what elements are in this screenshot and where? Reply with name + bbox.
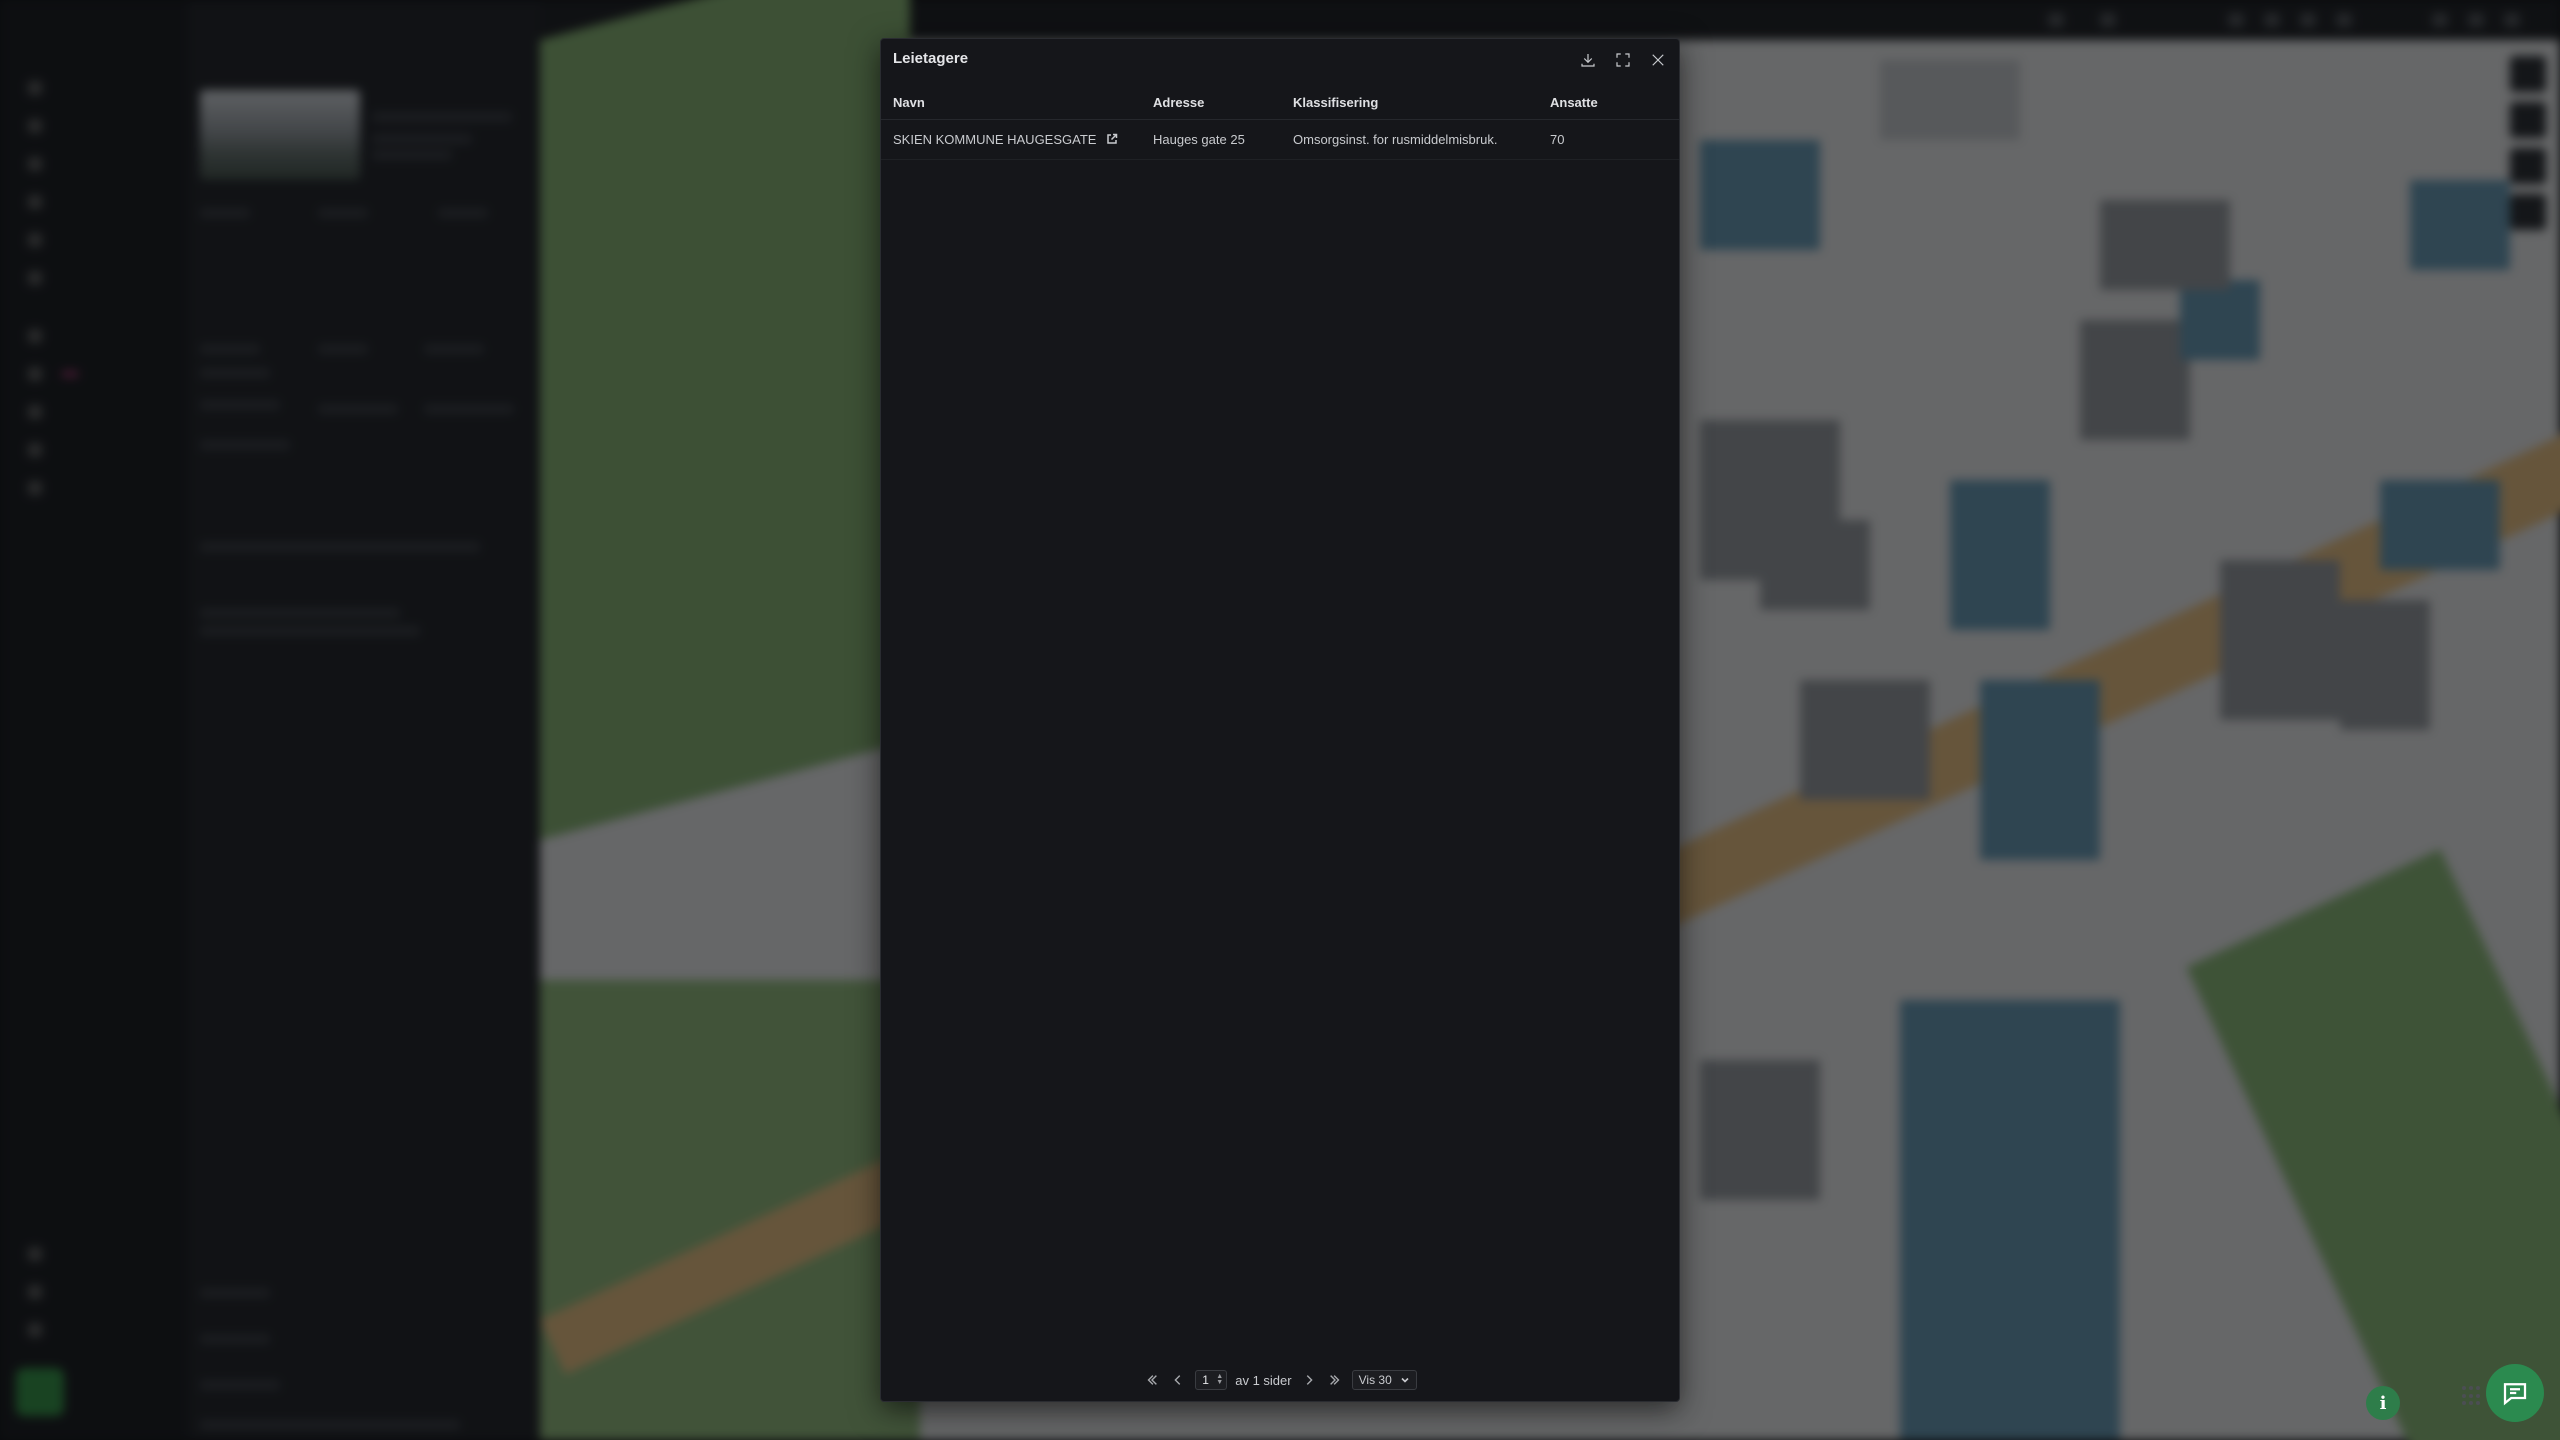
pagination: 1 ▲ ▼ av 1 sider Vis 30: [881, 1367, 1679, 1393]
prev-page-button[interactable]: [1169, 1371, 1187, 1389]
table-row: SKIEN KOMMUNE HAUGESGATE Hauges gate 25 …: [881, 119, 1679, 160]
app-root: Leietagere Navn Adresse Klassifisering A…: [0, 0, 2560, 1440]
dialog-title: Leietagere: [893, 50, 969, 67]
page-count-text: av 1 sider: [1235, 1372, 1292, 1388]
tenants-dialog: Leietagere Navn Adresse Klassifisering A…: [880, 38, 1680, 1402]
next-page-button[interactable]: [1300, 1371, 1318, 1389]
drag-handle-icon[interactable]: [2462, 1386, 2482, 1406]
page-number-input[interactable]: 1 ▲ ▼: [1195, 1370, 1228, 1390]
page-size-label: Vis 30: [1358, 1373, 1392, 1387]
chevron-left-icon: [1174, 1375, 1181, 1385]
info-button[interactable]: i: [2366, 1386, 2400, 1420]
tenant-classification-cell: Omsorgsinst. for rusmiddelmisbruk.: [1281, 119, 1538, 160]
dialog-header: Leietagere: [881, 39, 1679, 79]
close-button[interactable]: [1645, 47, 1671, 73]
tenants-table: Navn Adresse Klassifisering Ansatte SKIE…: [881, 87, 1679, 160]
page-number-value: 1: [1202, 1373, 1209, 1387]
column-header-employees[interactable]: Ansatte: [1538, 87, 1679, 120]
close-icon: [1652, 54, 1664, 66]
chevron-right-icon: [1306, 1375, 1313, 1385]
tenant-name-cell[interactable]: SKIEN KOMMUNE HAUGESGATE: [881, 119, 1141, 160]
table-header-row: Navn Adresse Klassifisering Ansatte: [881, 87, 1679, 120]
column-header-address[interactable]: Adresse: [1141, 87, 1281, 120]
column-header-classification[interactable]: Klassifisering: [1281, 87, 1538, 120]
chevrons-right-icon: [1329, 1375, 1340, 1385]
tenant-name-link[interactable]: SKIEN KOMMUNE HAUGESGATE: [893, 132, 1096, 147]
stepper-arrows-icon[interactable]: ▲ ▼: [1216, 1373, 1223, 1386]
first-page-button[interactable]: [1143, 1371, 1161, 1389]
info-icon: i: [2379, 1392, 2387, 1414]
chevrons-left-icon: [1147, 1375, 1158, 1385]
external-link-icon[interactable]: [1106, 133, 1118, 145]
download-button[interactable]: [1575, 47, 1601, 73]
tenant-employees-cell: 70: [1538, 119, 1679, 160]
page-size-select[interactable]: Vis 30: [1351, 1370, 1417, 1390]
chat-icon: [2503, 1383, 2527, 1406]
last-page-button[interactable]: [1326, 1371, 1344, 1389]
chevron-down-icon: [1401, 1377, 1409, 1383]
download-icon: [1581, 54, 1595, 67]
expand-button[interactable]: [1610, 47, 1636, 73]
column-header-name[interactable]: Navn: [881, 87, 1141, 120]
tenant-address-cell: Hauges gate 25: [1141, 119, 1281, 160]
chat-button[interactable]: [2486, 1364, 2544, 1422]
expand-icon: [1616, 53, 1630, 67]
